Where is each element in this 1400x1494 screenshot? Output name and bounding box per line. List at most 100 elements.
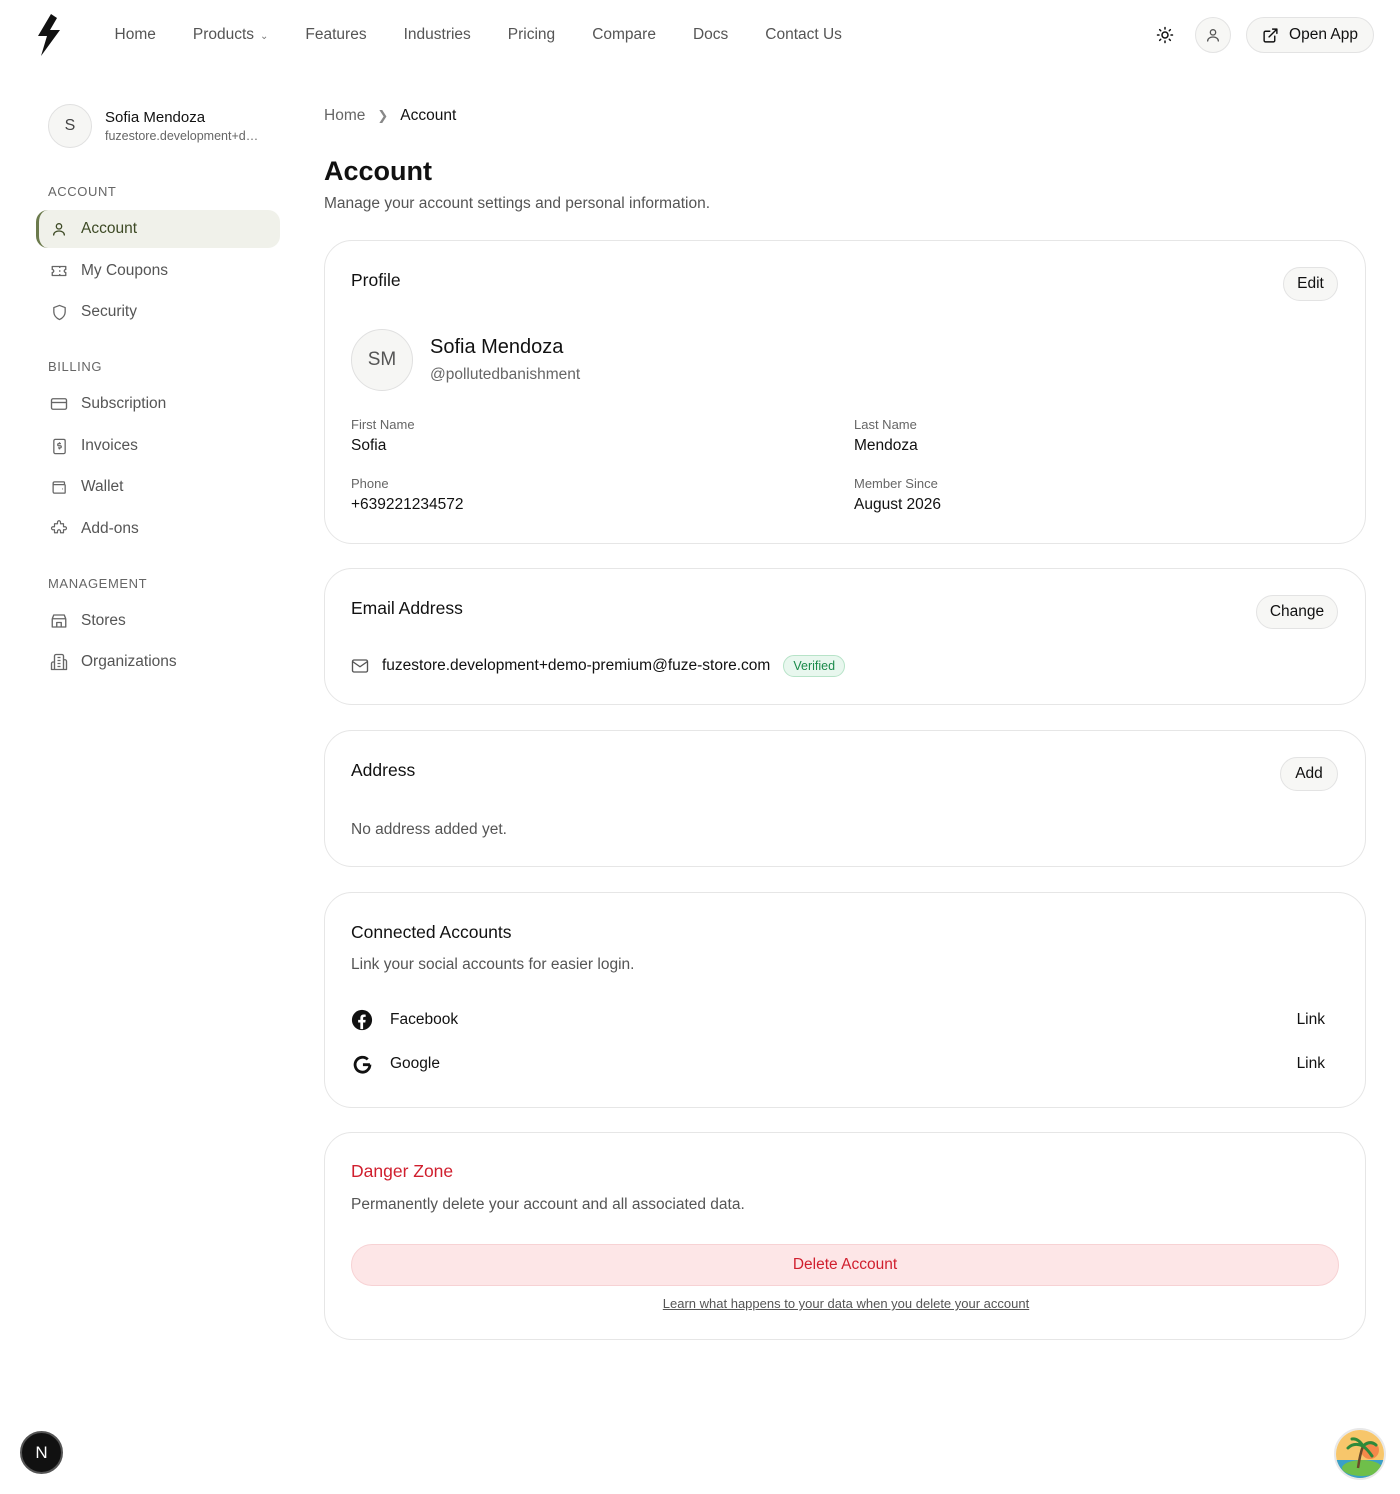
nav-link-pricing[interactable]: Pricing — [489, 26, 573, 44]
store-icon — [50, 612, 68, 630]
sun-icon — [1156, 26, 1174, 44]
nav-link-label: Docs — [692, 26, 729, 43]
facebook-icon — [351, 1009, 373, 1031]
sidebar-item-my-coupons[interactable]: My Coupons — [36, 252, 280, 290]
edit-profile-button[interactable]: Edit — [1283, 267, 1338, 301]
page-title: Account — [324, 156, 432, 186]
sidebar-item-label: Wallet — [81, 478, 124, 495]
sidebar-item-subscription[interactable]: Subscription — [36, 385, 280, 423]
user-icon — [50, 220, 68, 238]
nav-link-label: Features — [305, 26, 367, 43]
sidebar-item-invoices[interactable]: Invoices — [36, 427, 280, 465]
danger-zone-card: Danger Zone Permanently delete your acco… — [324, 1132, 1366, 1340]
google-icon — [351, 1053, 373, 1075]
nav-link-label: Pricing — [507, 26, 556, 43]
email-card: Email Address Change fuzestore.developme… — [324, 568, 1366, 705]
page-subtitle: Manage your account settings and persona… — [324, 195, 711, 212]
sidebar-item-stores[interactable]: Stores — [36, 602, 280, 640]
delete-account-button[interactable]: Delete Account — [351, 1244, 1339, 1286]
shield-icon — [50, 303, 68, 321]
lightning-logo-icon[interactable] — [36, 14, 62, 56]
nav-link-label: Compare — [592, 26, 656, 43]
member-since-label: Member Since — [854, 476, 938, 491]
open-app-button[interactable]: Open App — [1246, 17, 1374, 53]
nav-link-label: Industries — [403, 26, 471, 43]
top-navigation: Home Products ⌄ Features Industries Prici… — [0, 0, 1400, 70]
chevron-down-icon: ⌄ — [260, 30, 269, 42]
first-name-value: Sofia — [351, 437, 387, 454]
island-avatar-icon[interactable] — [1334, 1428, 1386, 1480]
learn-data-deletion-link[interactable]: Learn what happens to your data when you… — [325, 1296, 1367, 1311]
member-since-value: August 2026 — [854, 496, 942, 513]
connected-account-name: Google — [390, 1055, 440, 1072]
danger-zone-title: Danger Zone — [351, 1161, 454, 1181]
sidebar-user-name: Sofia Mendoza — [105, 109, 206, 126]
avatar: SM — [351, 329, 413, 391]
email-address: fuzestore.development+demo-premium@fuze-… — [382, 657, 771, 674]
phone-value: +639221234572 — [351, 496, 464, 513]
sidebar-item-security[interactable]: Security — [36, 293, 280, 331]
email-card-title: Email Address — [351, 598, 463, 618]
avatar: S — [48, 104, 92, 148]
address-empty-text: No address added yet. — [351, 821, 507, 838]
ticket-icon — [50, 262, 68, 280]
sidebar-item-label: Organizations — [81, 653, 177, 670]
connected-account-google: Google Link — [351, 1052, 1325, 1076]
connected-accounts-title: Connected Accounts — [351, 922, 512, 942]
wallet-icon — [50, 478, 68, 496]
breadcrumb: Home ❯ Account — [324, 107, 456, 125]
link-facebook-button[interactable]: Link — [1297, 1011, 1325, 1029]
sidebar-item-label: Invoices — [81, 437, 138, 454]
add-address-button[interactable]: Add — [1280, 757, 1338, 791]
nav-links: Home Products ⌄ Features Industries Prici… — [96, 0, 860, 70]
phone-label: Phone — [351, 476, 389, 491]
connected-account-facebook: Facebook Link — [351, 1008, 1325, 1032]
first-name-label: First Name — [351, 417, 415, 432]
link-google-button[interactable]: Link — [1297, 1055, 1325, 1073]
nav-link-products[interactable]: Products ⌄ — [174, 26, 287, 44]
address-card: Address Add No address added yet. — [324, 730, 1366, 867]
email-row: fuzestore.development+demo-premium@fuze-… — [351, 655, 846, 677]
breadcrumb-home-link[interactable]: Home — [324, 107, 365, 125]
profile-handle: @pollutedbanishment — [430, 366, 581, 383]
sidebar-item-label: Account — [81, 220, 138, 237]
nav-link-contact[interactable]: Contact Us — [747, 26, 861, 44]
profile-card-title: Profile — [351, 270, 401, 290]
nav-link-industries[interactable]: Industries — [385, 26, 489, 44]
danger-zone-subtitle: Permanently delete your account and all … — [351, 1196, 745, 1213]
sidebar-item-organizations[interactable]: Organizations — [36, 643, 280, 681]
sidebar-item-label: Add-ons — [81, 520, 139, 537]
nav-link-home[interactable]: Home — [96, 26, 174, 44]
sidebar-user-email: fuzestore.development+demo-premium@fuze-… — [105, 129, 265, 143]
sidebar-section-management: MANAGEMENT — [48, 576, 148, 591]
user-menu-button[interactable] — [1195, 17, 1231, 53]
sidebar-user-card[interactable]: S Sofia Mendoza fuzestore.development+de… — [48, 104, 265, 148]
sidebar-item-wallet[interactable]: Wallet — [36, 468, 280, 506]
sidebar-section-billing: BILLING — [48, 359, 103, 374]
profile-full-name: Sofia Mendoza — [430, 336, 564, 358]
change-email-button[interactable]: Change — [1256, 595, 1338, 629]
open-app-label: Open App — [1289, 26, 1358, 43]
address-card-title: Address — [351, 760, 416, 780]
sidebar-item-label: My Coupons — [81, 262, 169, 279]
breadcrumb-current: Account — [400, 107, 457, 124]
verified-badge: Verified — [783, 655, 846, 677]
connected-account-name: Facebook — [390, 1011, 459, 1028]
nav-link-label: Products — [192, 26, 255, 43]
puzzle-icon — [50, 520, 68, 538]
next-dev-badge[interactable]: N — [20, 1431, 63, 1474]
sidebar-item-add-ons[interactable]: Add-ons — [36, 510, 280, 548]
building-icon — [50, 653, 68, 671]
nav-link-features[interactable]: Features — [287, 26, 385, 44]
sidebar-section-account: ACCOUNT — [48, 184, 117, 199]
nav-link-docs[interactable]: Docs — [674, 26, 746, 44]
profile-card: Profile Edit SM Sofia Mendoza @pollutedb… — [324, 240, 1366, 544]
external-link-icon — [1263, 27, 1278, 43]
sidebar-item-account[interactable]: Account — [36, 210, 280, 248]
sidebar-item-label: Security — [81, 303, 137, 320]
user-icon — [1207, 29, 1219, 42]
sidebar-item-label: Subscription — [81, 395, 167, 412]
last-name-label: Last Name — [854, 417, 917, 432]
nav-link-compare[interactable]: Compare — [574, 26, 675, 44]
theme-toggle-button[interactable] — [1148, 18, 1182, 52]
